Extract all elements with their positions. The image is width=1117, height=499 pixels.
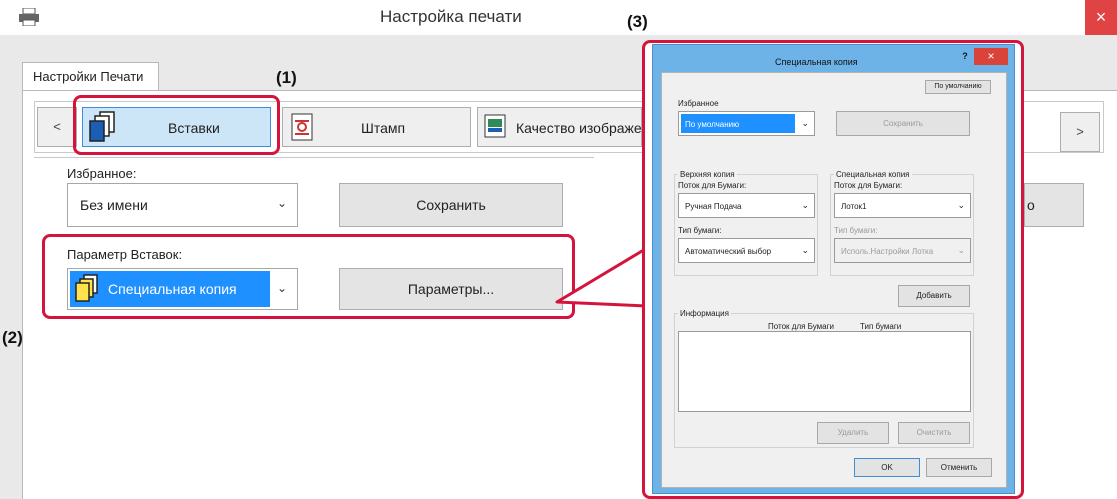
dialog-save-button[interactable]: Сохранить: [836, 111, 970, 136]
dialog-close-button[interactable]: ×: [974, 48, 1008, 65]
info-col-type: Тип бумаги: [860, 322, 902, 331]
favorites-dropdown[interactable]: Без имени ⌄: [67, 183, 298, 227]
stamp-icon: [289, 112, 315, 145]
tab-print-settings[interactable]: Настройки Печати: [22, 62, 159, 91]
callout-label-3: (3): [627, 12, 648, 31]
favorites-label: Избранное:: [67, 166, 137, 181]
special-copy-feed-label: Поток для Бумаги:: [834, 181, 903, 190]
dialog-cancel-button[interactable]: Отменить: [926, 458, 992, 477]
image-quality-button[interactable]: Качество изображения: [477, 107, 665, 147]
help-icon[interactable]: ?: [958, 51, 972, 65]
chevron-down-icon: ⌄: [801, 118, 809, 128]
info-col-feed: Поток для Бумаги: [768, 322, 834, 331]
special-copy-type-dropdown[interactable]: Исполь.Настройки Лотка ⌄: [834, 238, 971, 263]
image-quality-icon: [484, 114, 506, 141]
separator: [34, 157, 594, 158]
chevron-down-icon: ⌄: [801, 200, 809, 210]
special-copy-type-value: Исполь.Настройки Лотка: [841, 247, 934, 256]
special-copy-group-label: Специальная копия: [834, 170, 912, 179]
printer-icon: [18, 7, 40, 27]
special-copy-type-label: Тип бумаги:: [834, 226, 878, 235]
window-close-button[interactable]: ×: [1085, 0, 1117, 35]
dialog-title: Специальная копия: [775, 57, 858, 67]
chevron-down-icon: ⌄: [801, 245, 809, 255]
dialog-clear-button[interactable]: Очистить: [898, 422, 970, 444]
special-copy-feed-dropdown[interactable]: Лоток1 ⌄: [834, 193, 971, 218]
info-list[interactable]: [678, 331, 971, 412]
chevron-down-icon: ⌄: [957, 200, 965, 210]
dialog-favorites-label: Избранное: [678, 99, 719, 108]
special-copy-feed-value: Лоток1: [841, 202, 867, 211]
dialog-ok-button[interactable]: OK: [854, 458, 920, 477]
top-copy-type-value: Автоматический выбор: [685, 247, 772, 256]
chevron-down-icon: ⌄: [276, 196, 287, 210]
top-copy-feed-value: Ручная Подача: [685, 202, 742, 211]
top-copy-feed-label: Поток для Бумаги:: [678, 181, 747, 190]
chevron-down-icon: ⌄: [957, 245, 965, 255]
stamp-button[interactable]: Штамп: [282, 107, 471, 147]
favorites-save-button[interactable]: Сохранить: [339, 183, 563, 227]
dialog-default-button[interactable]: По умолчанию: [925, 80, 991, 94]
top-copy-type-dropdown[interactable]: Автоматический выбор ⌄: [678, 238, 815, 263]
top-copy-group-label: Верхняя копия: [678, 170, 737, 179]
favorites-value: Без имени: [80, 197, 148, 213]
callout-label-1: (1): [276, 68, 297, 87]
stamp-label: Штамп: [361, 120, 406, 136]
callout-label-2: (2): [2, 328, 23, 347]
hidden-button-fragment[interactable]: o: [1024, 183, 1084, 227]
scroll-right-button[interactable]: >: [1060, 112, 1100, 152]
dialog-favorites-value: По умолчанию: [685, 120, 740, 129]
callout-box-1: [73, 95, 280, 155]
info-group-label: Информация: [678, 309, 731, 318]
dialog-favorites-dropdown[interactable]: По умолчанию ⌄: [678, 111, 815, 136]
top-copy-type-label: Тип бумаги:: [678, 226, 722, 235]
window-title: Настройка печати: [380, 7, 522, 26]
dialog-delete-button[interactable]: Удалить: [817, 422, 889, 444]
callout-box-2: [42, 234, 575, 319]
callout-pointer: [555, 246, 648, 308]
top-copy-feed-dropdown[interactable]: Ручная Подача ⌄: [678, 193, 815, 218]
scroll-left-button[interactable]: <: [37, 107, 77, 147]
dialog-add-button[interactable]: Добавить: [898, 285, 970, 307]
